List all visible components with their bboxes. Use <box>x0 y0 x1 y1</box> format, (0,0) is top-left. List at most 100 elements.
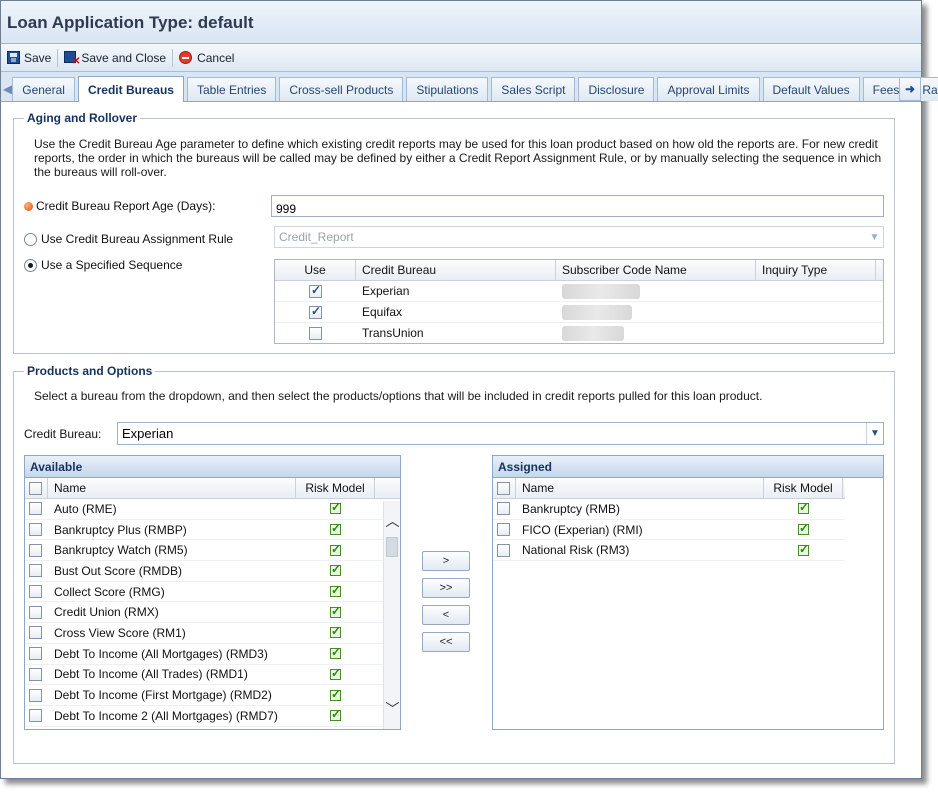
save-close-label: Save and Close <box>81 50 167 65</box>
list-item[interactable]: Credit Union (RMX) <box>25 602 400 624</box>
save-close-icon: ✕ <box>64 50 80 66</box>
item-checkbox[interactable] <box>29 688 42 702</box>
window-title: Loan Application Type: default <box>1 1 921 44</box>
select-all-available-checkbox[interactable] <box>29 481 42 495</box>
item-checkbox[interactable] <box>497 502 510 516</box>
remove-all-button[interactable]: << <box>422 632 470 652</box>
add-all-button[interactable]: >> <box>422 578 470 598</box>
risk-model-check-icon <box>330 707 341 722</box>
report-age-input[interactable] <box>271 195 884 217</box>
risk-model-check-icon <box>330 583 341 598</box>
credit-bureau-label: Credit Bureau: <box>24 427 102 441</box>
add-button[interactable]: > <box>422 551 470 571</box>
specified-sequence-option[interactable]: Use a Specified Sequence <box>24 258 182 272</box>
specified-sequence-radio[interactable] <box>24 258 37 272</box>
risk-model-check-icon <box>330 521 341 536</box>
select-all-assigned-checkbox[interactable] <box>497 481 510 495</box>
cancel-icon <box>179 51 193 64</box>
scroll-up-icon[interactable]: ︿ <box>384 511 400 531</box>
item-checkbox[interactable] <box>497 543 510 557</box>
scroll-down-icon[interactable]: ﹀ <box>384 699 400 719</box>
item-name: Bankruptcy (RMB) <box>522 501 621 516</box>
list-item[interactable]: National Risk (RM3) <box>493 540 845 562</box>
item-checkbox[interactable] <box>29 667 42 681</box>
list-item[interactable]: Collect Score (RMG) <box>25 582 400 603</box>
list-item[interactable]: Debt To Income (First Mortgage) (RMD2) <box>25 685 400 706</box>
risk-model-check-icon <box>330 666 341 680</box>
use-checkbox[interactable] <box>309 326 322 340</box>
tab-credit-bureaus[interactable]: Credit Bureaus <box>77 76 184 102</box>
list-item[interactable]: Bankruptcy Plus (RMBP) <box>25 520 400 541</box>
item-checkbox[interactable] <box>29 647 42 661</box>
item-checkbox[interactable] <box>29 709 42 723</box>
available-list: Auto (RME) Bankruptcy Plus (RMBP) Bankrupt… <box>25 499 400 727</box>
available-title: Available <box>25 456 400 478</box>
cancel-button[interactable]: Cancel <box>179 51 234 65</box>
item-checkbox[interactable] <box>29 605 42 619</box>
toolbar: Save ✕ Save and Close Cancel <box>1 44 921 72</box>
use-checkbox[interactable] <box>309 304 322 319</box>
risk-model-check-icon <box>330 562 341 577</box>
risk-model-check-icon <box>330 687 341 701</box>
col-use: Use <box>275 260 356 280</box>
assigned-panel: Assigned Name Risk Model Bankruptcy (RMB… <box>492 455 884 730</box>
redacted-subscriber-code <box>562 325 624 341</box>
bureau-name: TransUnion <box>362 326 424 340</box>
assigned-header: Name Risk Model <box>493 478 845 499</box>
credit-bureau-select[interactable]: Experian ▼ <box>117 422 884 445</box>
redacted-subscriber-code <box>562 304 632 320</box>
scrollbar-thumb[interactable] <box>386 537 398 557</box>
tab-scroll-right-icon[interactable]: ➜ <box>899 77 921 101</box>
table-row: Equifax <box>275 302 883 323</box>
item-name: Debt To Income (All Mortgages) (RMD3) <box>54 646 268 661</box>
tab-table-entries[interactable]: Table Entries <box>186 77 277 101</box>
item-name: Cross View Score (RM1) <box>54 625 186 640</box>
tab-default-values[interactable]: Default Values <box>762 77 860 101</box>
col-subscriber-code: Subscriber Code Name <box>556 260 756 280</box>
toolbar-separator <box>172 48 174 67</box>
use-checkbox[interactable] <box>309 283 322 298</box>
list-item[interactable]: Debt To Income 2 (All Mortgages) (RMD7) <box>25 706 400 727</box>
available-scrollbar[interactable]: ︿ ﹀ <box>383 501 400 729</box>
list-item[interactable]: Bankruptcy Watch (RM5) <box>25 540 400 562</box>
list-item[interactable]: FICO (Experian) (RMI) <box>493 520 845 541</box>
products-description: Select a bureau from the dropdown, and t… <box>34 389 763 403</box>
bureau-name: Equifax <box>362 305 403 319</box>
required-icon <box>24 201 33 211</box>
tab-disclosure[interactable]: Disclosure <box>578 77 655 101</box>
tab-general[interactable]: General <box>12 77 75 101</box>
item-checkbox[interactable] <box>29 626 42 640</box>
list-item[interactable]: Auto (RME) <box>25 499 400 520</box>
item-checkbox[interactable] <box>29 502 42 516</box>
chevron-down-icon[interactable]: ▼ <box>866 423 883 444</box>
save-label: Save <box>24 50 52 65</box>
tab-cross-sell-products[interactable]: Cross-sell Products <box>279 77 404 101</box>
list-item[interactable]: Bust Out Score (RMDB) <box>25 561 400 582</box>
tab-approval-limits[interactable]: Approval Limits <box>657 77 760 101</box>
inquiry-type-cell <box>756 323 876 343</box>
item-checkbox[interactable] <box>29 523 42 537</box>
tab-sales-script[interactable]: Sales Script <box>491 77 576 101</box>
item-name: Bankruptcy Watch (RM5) <box>54 543 188 558</box>
list-item[interactable]: Bankruptcy (RMB) <box>493 499 845 520</box>
list-item[interactable]: Debt To Income (All Mortgages) (RMD3) <box>25 644 400 665</box>
save-and-close-button[interactable]: ✕ Save and Close <box>64 50 167 66</box>
tab-scroll-left-icon[interactable]: ◀ <box>3 77 12 101</box>
col-credit-bureau: Credit Bureau <box>356 260 556 280</box>
list-item[interactable]: Cross View Score (RM1) <box>25 623 400 644</box>
item-checkbox[interactable] <box>29 543 42 557</box>
item-name: Collect Score (RMG) <box>54 584 165 599</box>
chevron-down-icon: ▼ <box>869 231 880 243</box>
assignment-rule-radio[interactable] <box>24 232 37 246</box>
item-checkbox[interactable] <box>29 585 42 599</box>
table-row: Experian <box>275 281 883 302</box>
tab-stipulations[interactable]: Stipulations <box>406 77 489 101</box>
assignment-rule-option[interactable]: Use Credit Bureau Assignment Rule <box>24 232 233 246</box>
remove-button[interactable]: < <box>422 605 470 625</box>
assignment-rule-label: Use Credit Bureau Assignment Rule <box>41 232 234 246</box>
item-checkbox[interactable] <box>29 564 42 578</box>
item-checkbox[interactable] <box>497 523 510 537</box>
save-button[interactable]: Save <box>7 51 51 65</box>
list-item[interactable]: Debt To Income (All Trades) (RMD1) <box>25 665 400 686</box>
item-name: Debt To Income 2 (All Mortgages) (RMD7) <box>54 708 278 723</box>
